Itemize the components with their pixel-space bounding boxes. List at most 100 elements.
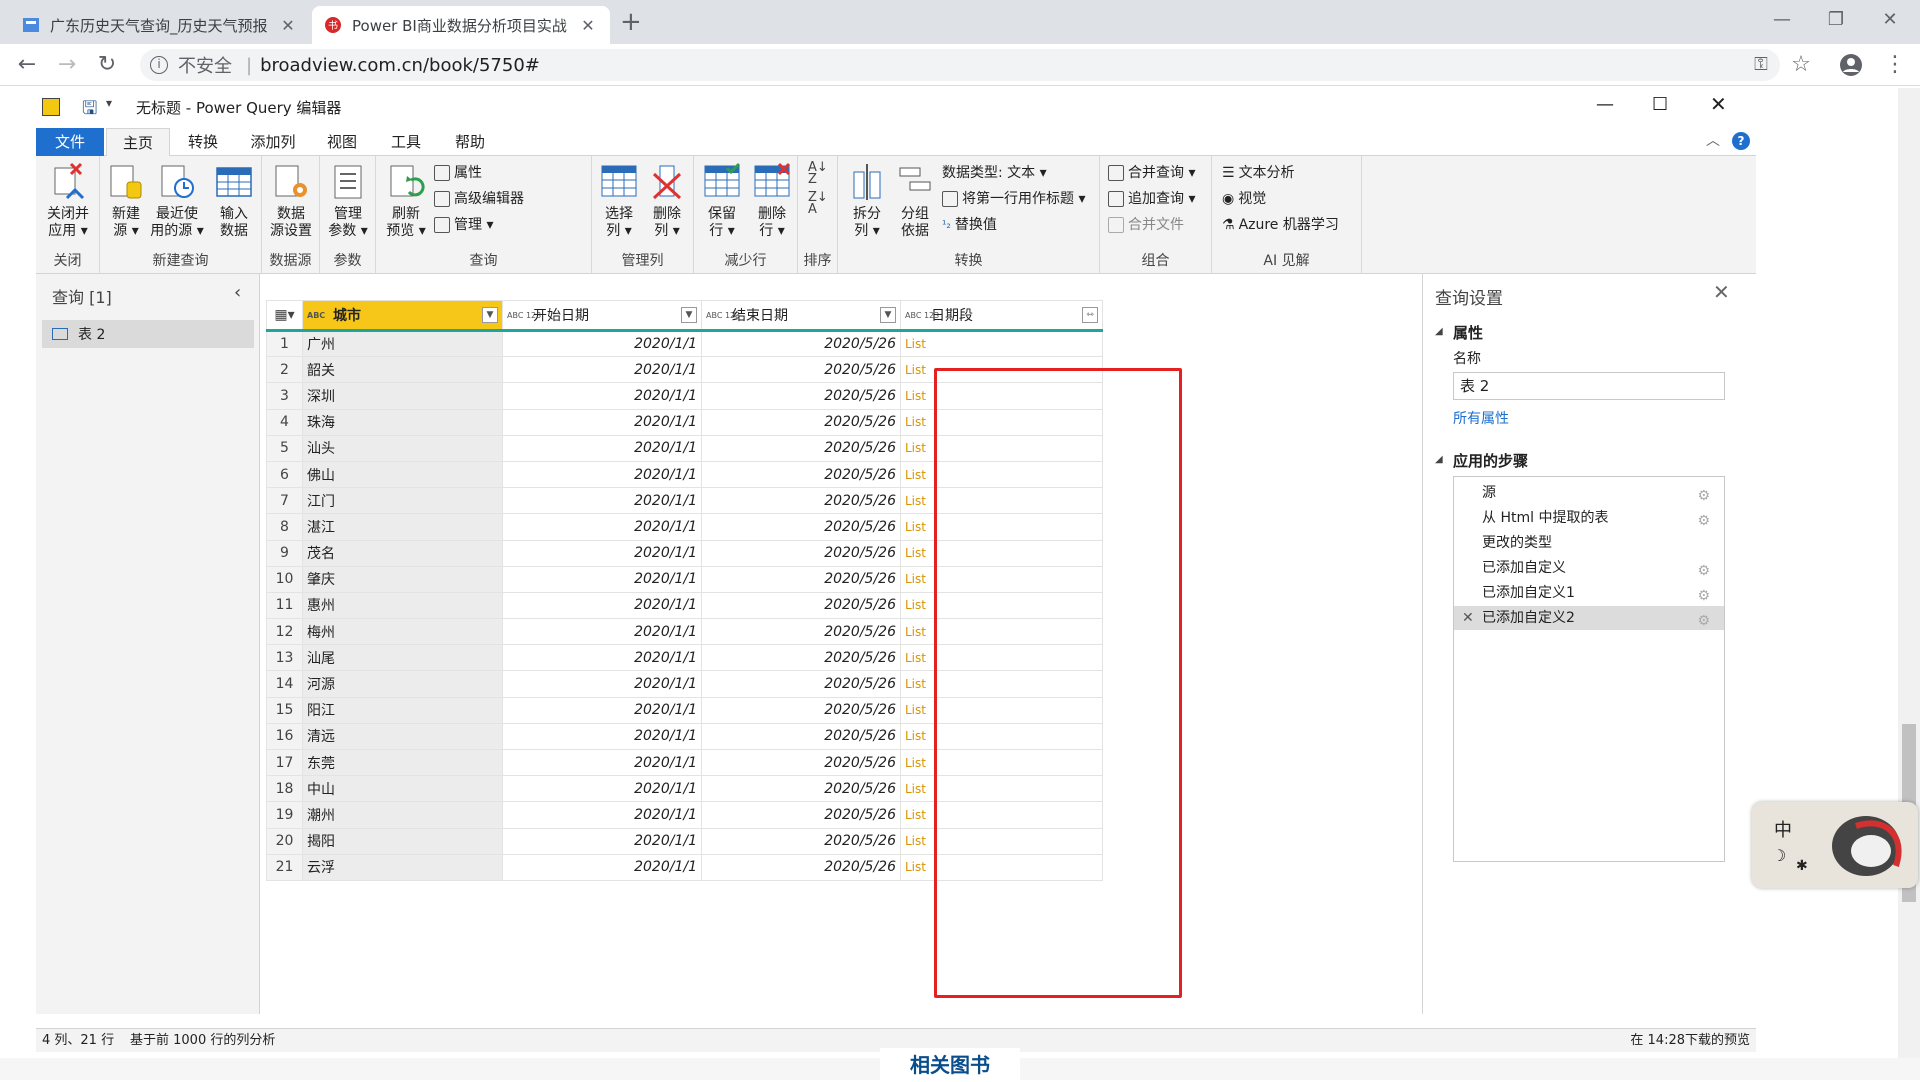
end-date-cell[interactable]: 2020/5/26 [701, 408, 901, 436]
gear-icon[interactable]: ⚙ [1697, 609, 1710, 633]
city-cell[interactable]: 中山 [302, 775, 503, 803]
page-scrollbar[interactable] [1898, 88, 1920, 1058]
end-date-cell[interactable]: 2020/5/26 [701, 460, 901, 489]
start-date-cell[interactable]: 2020/1/1 [502, 775, 702, 803]
city-cell[interactable]: 揭阳 [302, 827, 503, 855]
append-queries-button[interactable]: 追加查询 ▾ [1108, 188, 1195, 210]
end-date-cell[interactable]: 2020/5/26 [701, 748, 901, 777]
start-date-cell[interactable]: 2020/1/1 [502, 696, 702, 724]
end-date-cell[interactable]: 2020/5/26 [701, 513, 901, 541]
end-date-cell[interactable]: 2020/5/26 [701, 539, 901, 567]
column-header-city[interactable]: ABC 城市 ▼ [302, 300, 503, 332]
start-date-cell[interactable]: 2020/1/1 [502, 382, 702, 410]
city-cell[interactable]: 深圳 [302, 382, 503, 410]
column-header-date-range[interactable]: ABC 123日期段 ⇿ [900, 300, 1103, 332]
profile-avatar-icon[interactable] [1836, 50, 1866, 80]
start-date-cell[interactable]: 2020/1/1 [502, 408, 702, 436]
city-cell[interactable]: 汕尾 [302, 644, 503, 672]
menu-kebab-icon[interactable]: ⋮ [1880, 50, 1910, 80]
tab-tools[interactable]: 工具 [376, 128, 436, 156]
data-type-button[interactable]: 数据类型: 文本 ▾ [942, 162, 1047, 184]
group-by-button[interactable]: 分组 依据 [892, 162, 938, 240]
gear-icon[interactable]: ⚙ [1697, 484, 1710, 508]
city-cell[interactable]: 佛山 [302, 460, 503, 489]
related-books-heading[interactable]: 相关图书 [880, 1048, 1020, 1080]
save-icon[interactable]: 🖫 [82, 96, 97, 126]
column-header-start-date[interactable]: ABC 123开始日期 ▼ [502, 300, 702, 332]
start-date-cell[interactable]: 2020/1/1 [502, 356, 702, 384]
column-header-end-date[interactable]: ABC 123结束日期 ▼ [701, 300, 901, 332]
tab-home[interactable]: 主页 [106, 128, 170, 156]
minimize-button[interactable]: — [1752, 4, 1812, 36]
city-cell[interactable]: 江门 [302, 487, 503, 515]
start-date-cell[interactable]: 2020/1/1 [502, 591, 702, 620]
start-date-cell[interactable]: 2020/1/1 [502, 853, 702, 881]
all-properties-link[interactable]: 所有属性 [1453, 408, 1509, 428]
start-date-cell[interactable]: 2020/1/1 [502, 748, 702, 777]
tab-view[interactable]: 视图 [312, 128, 372, 156]
start-date-cell[interactable]: 2020/1/1 [502, 618, 702, 646]
city-cell[interactable]: 茂名 [302, 539, 503, 567]
remove-columns-button[interactable]: 删除 列 ▾ [644, 162, 690, 240]
text-analytics-button[interactable]: ☰ 文本分析 [1222, 162, 1295, 184]
step-item[interactable]: 已添加自定义1 ⚙ [1454, 581, 1724, 605]
manage-params-button[interactable]: 管理 参数 ▾ [324, 162, 372, 240]
column-filter-dropdown-icon[interactable]: ▼ [482, 307, 498, 323]
end-date-cell[interactable]: 2020/5/26 [701, 591, 901, 620]
table-menu-corner[interactable]: ▦▾ [266, 300, 303, 332]
close-tab-icon[interactable]: ✕ [578, 16, 598, 35]
azure-ml-button[interactable]: ⚗ Azure 机器学习 [1222, 214, 1339, 236]
restore-button[interactable]: ❐ [1806, 4, 1866, 36]
star-icon[interactable]: ☆ [1786, 50, 1816, 80]
start-date-cell[interactable]: 2020/1/1 [502, 539, 702, 567]
start-date-cell[interactable]: 2020/1/1 [502, 434, 702, 462]
delete-step-icon[interactable]: ✕ [1462, 606, 1474, 630]
start-date-cell[interactable]: 2020/1/1 [502, 722, 702, 751]
tab-add-column[interactable]: 添加列 [236, 128, 310, 156]
step-item[interactable]: 源 ⚙ [1454, 481, 1724, 505]
query-item[interactable]: 表 2 [42, 320, 254, 348]
step-item[interactable]: 已添加自定义 ⚙ [1454, 556, 1724, 580]
close-window-button[interactable]: ✕ [1860, 4, 1920, 36]
city-cell[interactable]: 河源 [302, 670, 503, 698]
start-date-cell[interactable]: 2020/1/1 [502, 801, 702, 829]
collapse-section-icon[interactable]: ◢ [1435, 326, 1443, 337]
close-tab-icon[interactable]: ✕ [278, 16, 298, 35]
replace-values-button[interactable]: ¹₂ 替换值 [942, 214, 997, 236]
end-date-cell[interactable]: 2020/5/26 [701, 434, 901, 462]
tab-help[interactable]: 帮助 [440, 128, 500, 156]
city-cell[interactable]: 东莞 [302, 748, 503, 777]
step-item[interactable]: 更改的类型 [1454, 531, 1724, 555]
merge-queries-button[interactable]: 合并查询 ▾ [1108, 162, 1195, 184]
step-item-selected[interactable]: ✕ 已添加自定义2 ⚙ [1454, 606, 1724, 630]
end-date-cell[interactable]: 2020/5/26 [701, 644, 901, 672]
start-date-cell[interactable]: 2020/1/1 [502, 513, 702, 541]
key-icon[interactable]: ⚿ [1746, 50, 1776, 80]
query-name-input[interactable]: 表 2 [1453, 372, 1725, 400]
sort-ascending-icon[interactable]: A↓ Z [808, 161, 828, 186]
browser-tab-powerbi[interactable]: 书 Power BI商业数据分析项目实战 ✕ [312, 6, 610, 44]
back-arrow-icon[interactable]: ← [12, 50, 42, 80]
tab-transform[interactable]: 转换 [172, 128, 234, 156]
list-value-cell[interactable]: List [900, 329, 1103, 358]
collapse-pane-icon[interactable]: ‹ [234, 282, 241, 303]
use-first-row-headers-button[interactable]: 将第一行用作标题 ▾ [942, 188, 1085, 210]
end-date-cell[interactable]: 2020/5/26 [701, 853, 901, 881]
remove-rows-button[interactable]: 删除 行 ▾ [748, 162, 796, 240]
combine-files-button[interactable]: 合并文件 [1108, 214, 1184, 236]
end-date-cell[interactable]: 2020/5/26 [701, 565, 901, 593]
close-apply-button[interactable]: 关闭并 应用 ▾ [42, 162, 94, 240]
app-close-button[interactable]: ✕ [1710, 92, 1727, 116]
datasource-settings-button[interactable]: 数据 源设置 [266, 162, 316, 240]
choose-columns-button[interactable]: 选择 列 ▾ [596, 162, 642, 240]
split-column-button[interactable]: 拆分 列 ▾ [844, 162, 890, 240]
gear-icon[interactable]: ⚙ [1697, 584, 1710, 608]
tab-file[interactable]: 文件 [36, 128, 104, 156]
city-cell[interactable]: 清远 [302, 722, 503, 751]
end-date-cell[interactable]: 2020/5/26 [701, 827, 901, 855]
end-date-cell[interactable]: 2020/5/26 [701, 670, 901, 698]
vision-button[interactable]: ◉ 视觉 [1222, 188, 1266, 210]
start-date-cell[interactable]: 2020/1/1 [502, 329, 702, 358]
step-item[interactable]: 从 Html 中提取的表 ⚙ [1454, 506, 1724, 530]
city-cell[interactable]: 珠海 [302, 408, 503, 436]
